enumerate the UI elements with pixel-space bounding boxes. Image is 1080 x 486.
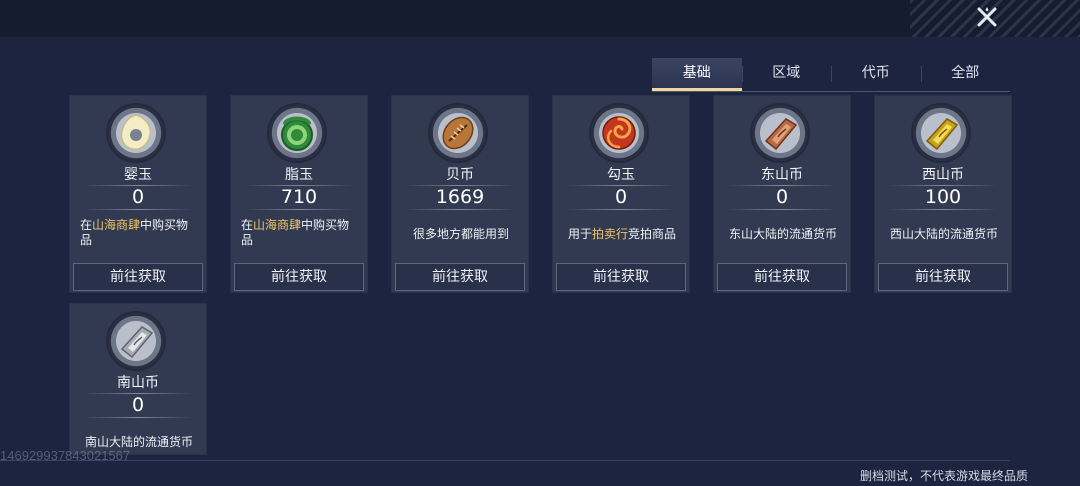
currency-card-nanshanbi: 南山币 0 南山大陆的流通货币: [69, 303, 207, 455]
go-obtain-button[interactable]: 前往获取: [395, 263, 525, 291]
icon-frame: [591, 105, 647, 161]
auction-link-text: 拍卖行: [591, 227, 628, 241]
currency-card-beibi: 贝币 1669 很多地方都能用到 前往获取: [391, 95, 529, 293]
currency-description: 西山大陆的流通货币: [889, 227, 998, 241]
icon-frame: [752, 105, 808, 161]
currency-name: 贝币: [446, 167, 474, 183]
currency-count: 0: [775, 186, 789, 208]
currency-description: 用于拍卖行竞拍商品: [563, 227, 681, 242]
tab-basic[interactable]: 基础: [652, 58, 742, 91]
currency-count: 1669: [435, 186, 485, 208]
icon-frame: [430, 105, 486, 161]
currency-grid: 婴玉 0 在山海商肆中购买物品 前往获取 脂玉 710 在山海商肆中购买物品 前…: [69, 95, 1012, 455]
close-icon: [977, 7, 997, 27]
divider: [406, 209, 514, 210]
copper-ingot-icon: [764, 118, 798, 151]
desc-text: 在: [241, 218, 254, 232]
currency-name: 勾玉: [607, 167, 635, 183]
divider: [889, 209, 997, 210]
go-obtain-button[interactable]: 前往获取: [73, 263, 203, 291]
currency-name: 脂玉: [285, 167, 313, 183]
green-jade-coil-icon: [281, 116, 313, 151]
currency-description: 在山海商肆中购买物品: [80, 218, 198, 248]
currency-count: 0: [614, 186, 628, 208]
divider: [84, 417, 192, 418]
currency-card-gouyu: 勾玉 0 用于拍卖行竞拍商品 前往获取: [552, 95, 690, 293]
go-obtain-button[interactable]: 前往获取: [556, 263, 686, 291]
currency-card-xishanbi: 西山币 100 西山大陆的流通货币 前往获取: [874, 95, 1012, 293]
footer-divider: [0, 460, 1010, 461]
currency-name: 东山币: [761, 167, 803, 183]
test-notice: 删档测试，不代表游戏最终品质: [859, 469, 1028, 483]
shop-link-text: 山海商肆: [92, 218, 141, 232]
currency-card-yingyu: 婴玉 0 在山海商肆中购买物品 前往获取: [69, 95, 207, 293]
silver-ingot-icon: [120, 326, 154, 359]
tab-all[interactable]: 全部: [920, 58, 1011, 91]
user-id-watermark: 1469299378430215​67: [0, 448, 131, 463]
tab-token[interactable]: 代币: [831, 58, 921, 91]
icon-frame: [108, 105, 164, 161]
desc-text: 用于: [567, 227, 592, 241]
currency-count: 100: [924, 186, 962, 208]
currency-name: 婴玉: [124, 167, 152, 183]
currency-tabs: 基础 区域 代币 全部: [652, 58, 1010, 92]
icon-frame: [108, 313, 164, 369]
divider: [567, 209, 675, 210]
currency-description: 在山海商肆中购买物品: [241, 218, 359, 248]
icon-frame: [913, 105, 969, 161]
currency-count: 0: [131, 186, 145, 208]
currency-name: 南山币: [117, 375, 159, 391]
desc-text: 在: [80, 218, 93, 232]
currency-card-dongshanbi: 东山币 0 东山大陆的流通货币 前往获取: [713, 95, 851, 293]
currency-description: 很多地方都能用到: [412, 227, 509, 241]
icon-frame: [269, 105, 325, 161]
red-magatama-icon: [602, 116, 636, 150]
top-bar: [0, 0, 1080, 37]
desc-text: 竞拍商品: [628, 227, 677, 241]
shop-link-text: 山海商肆: [253, 218, 302, 232]
shell-coin-icon: [442, 116, 474, 150]
currency-count: 0: [131, 394, 145, 416]
currency-count: 710: [280, 186, 318, 208]
go-obtain-button[interactable]: 前往获取: [717, 263, 847, 291]
go-obtain-button[interactable]: 前往获取: [878, 263, 1008, 291]
currency-description: 东山大陆的流通货币: [728, 227, 837, 241]
gold-ingot-icon: [925, 118, 959, 151]
currency-card-zhiyu: 脂玉 710 在山海商肆中购买物品 前往获取: [230, 95, 368, 293]
tab-region[interactable]: 区域: [741, 58, 832, 91]
divider: [84, 209, 192, 210]
close-button[interactable]: [970, 2, 1004, 32]
jade-disc-icon: [120, 114, 152, 151]
go-obtain-button[interactable]: 前往获取: [234, 263, 364, 291]
divider: [728, 209, 836, 210]
divider: [245, 209, 353, 210]
currency-name: 西山币: [922, 167, 964, 183]
